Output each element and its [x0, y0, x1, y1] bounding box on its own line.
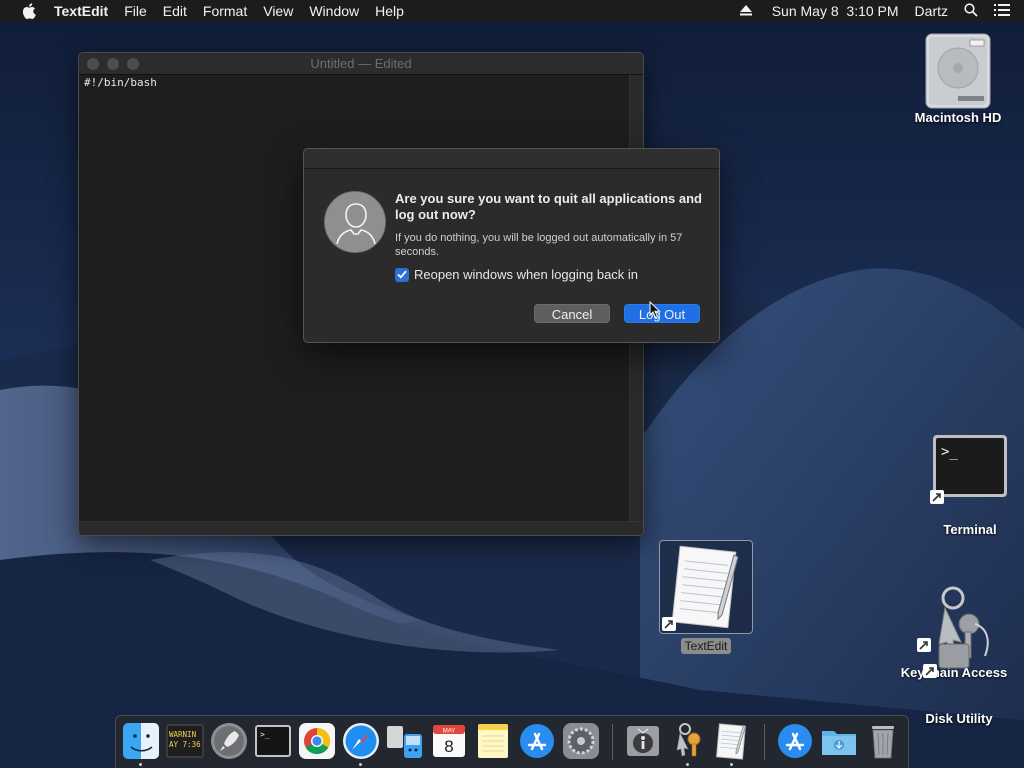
textedit-document-icon [659, 540, 753, 634]
svg-text:WARNIN: WARNIN [169, 730, 196, 739]
desktop-icon-label[interactable]: TextEdit [680, 638, 732, 654]
log-out-button[interactable]: Log Out [624, 304, 700, 323]
desktop-icon-macintosh-hd[interactable]: Macintosh HD [908, 30, 1008, 125]
window-title: Untitled — Edited [310, 56, 412, 71]
menu-window[interactable]: Window [309, 0, 359, 22]
menu-help[interactable]: Help [375, 0, 404, 22]
chrome-icon[interactable] [298, 722, 336, 760]
dock-separator [612, 724, 613, 760]
checkbox-label[interactable]: Reopen windows when logging back in [414, 267, 638, 282]
app-store-icon[interactable] [518, 722, 556, 760]
desktop-icon-terminal[interactable]: >_ Terminal [922, 434, 1018, 537]
document-text[interactable]: #!/bin/bash [79, 75, 629, 89]
system-preferences-icon[interactable] [562, 722, 600, 760]
running-indicator [686, 763, 689, 766]
textedit-titlebar[interactable]: Untitled — Edited [79, 53, 643, 75]
desktop-icon-label[interactable]: Terminal [922, 522, 1018, 537]
desktop-icon-label[interactable]: Macintosh HD [908, 110, 1008, 125]
menu-view[interactable]: View [263, 0, 293, 22]
user-avatar-icon [324, 191, 386, 253]
trash-icon[interactable] [864, 722, 902, 760]
svg-text:AY 7:36: AY 7:36 [169, 740, 201, 749]
notification-center-icon[interactable] [994, 3, 1010, 19]
menu-format[interactable]: Format [203, 0, 247, 22]
desktop-icon-keychain-access[interactable]: Keychain Access [896, 584, 1012, 680]
svg-text:>_: >_ [260, 730, 270, 739]
eject-icon[interactable] [739, 3, 752, 19]
console-icon[interactable]: WARNIN AY 7:36 [166, 722, 204, 760]
voiceover-utility-icon[interactable] [624, 722, 662, 760]
dock: WARNIN AY 7:36 >_ MAY 8 [115, 715, 909, 768]
spotlight-search-icon[interactable] [964, 2, 978, 20]
apple-menu-icon[interactable] [19, 0, 39, 22]
safari-icon[interactable] [342, 722, 380, 760]
textedit-icon[interactable] [712, 722, 750, 760]
cancel-button[interactable]: Cancel [534, 304, 610, 323]
hard-drive-icon [920, 30, 996, 110]
desktop-icon-textedit[interactable]: TextEdit [658, 540, 754, 655]
menu-user[interactable]: Dartz [915, 3, 948, 19]
checkmark-icon[interactable] [395, 267, 409, 282]
notes-icon[interactable] [474, 722, 512, 760]
keychain-icon [909, 584, 999, 678]
running-indicator [359, 763, 362, 766]
running-indicator [139, 763, 142, 766]
menu-bar: TextEdit File Edit Format View Window He… [0, 0, 1024, 22]
svg-text:MAY: MAY [443, 729, 456, 735]
dialog-title: Are you sure you want to quit all applic… [395, 191, 702, 222]
downloads-folder-icon[interactable] [820, 722, 858, 760]
launchpad-icon[interactable] [210, 722, 248, 760]
finder-icon[interactable] [122, 722, 160, 760]
menu-file[interactable]: File [124, 0, 147, 22]
dialog-titlebar [304, 149, 719, 169]
menu-clock[interactable]: Sun May 8 3:10 PM [772, 3, 899, 19]
calendar-icon[interactable]: MAY 8 [430, 722, 468, 760]
dialog-message: If you do nothing, you will be logged ou… [395, 232, 683, 258]
running-indicator [730, 763, 733, 766]
svg-text:>_: >_ [941, 444, 958, 460]
keychain-icon[interactable] [668, 722, 706, 760]
migration-assistant-icon[interactable] [386, 722, 424, 760]
desktop-icon-label[interactable]: Disk Utility [910, 711, 1008, 726]
reopen-windows-checkbox[interactable]: Reopen windows when logging back in [395, 267, 638, 282]
menu-app-name[interactable]: TextEdit [54, 0, 108, 22]
dock-separator [764, 724, 765, 760]
horizontal-scrollbar[interactable] [79, 521, 643, 535]
menu-edit[interactable]: Edit [163, 0, 187, 22]
app-store-folder-icon[interactable] [776, 722, 814, 760]
desktop-icon-disk-utility[interactable]: Disk Utility [910, 711, 1008, 726]
svg-text:8: 8 [444, 737, 453, 756]
mouse-pointer-icon [649, 300, 661, 324]
terminal-icon: >_ [930, 434, 1008, 504]
terminal-icon[interactable]: >_ [254, 722, 292, 760]
